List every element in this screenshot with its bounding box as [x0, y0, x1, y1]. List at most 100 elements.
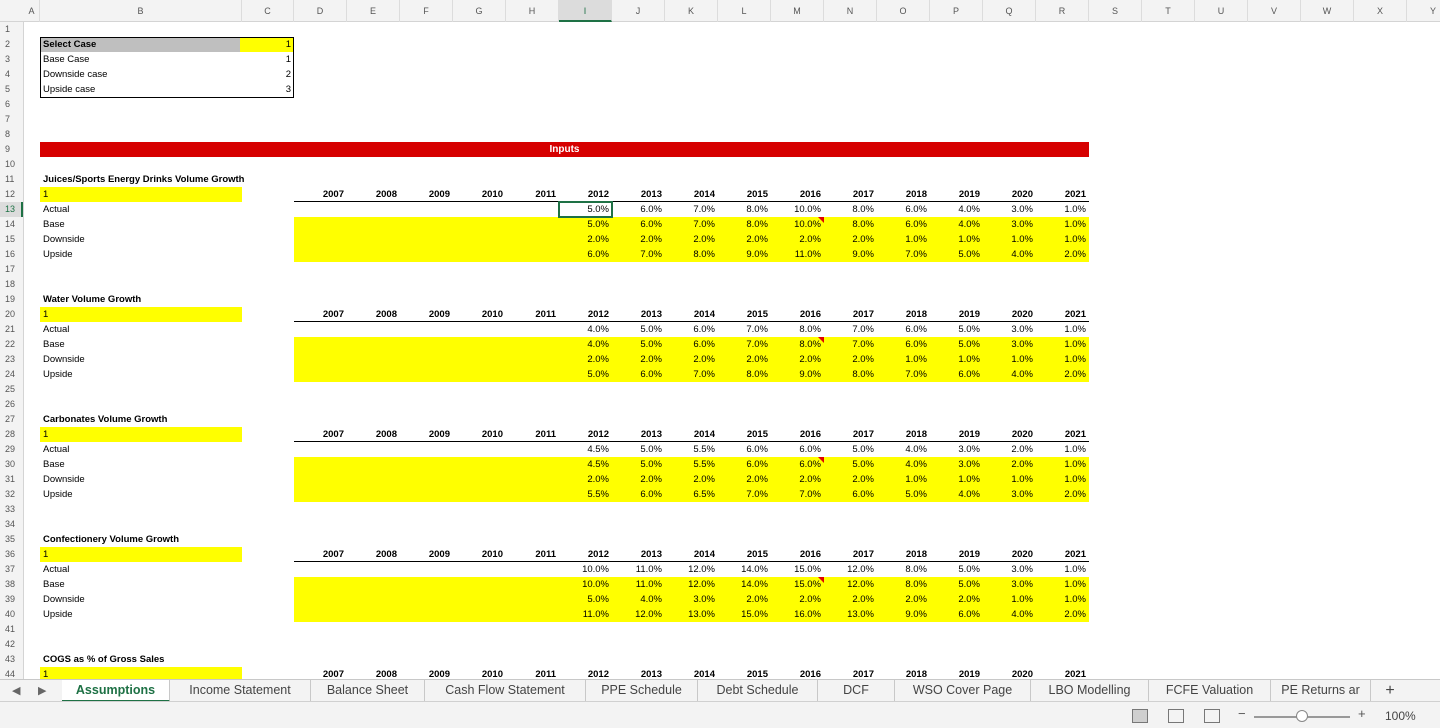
row-label-base[interactable]: Base: [40, 577, 242, 592]
year-header[interactable]: 2019: [930, 547, 983, 562]
section-case-input[interactable]: 1: [40, 307, 242, 322]
growth-value[interactable]: 6.0%: [877, 202, 930, 217]
growth-value[interactable]: 5.5%: [559, 487, 612, 502]
growth-value[interactable]: 6.0%: [877, 337, 930, 352]
growth-value[interactable]: 3.0%: [983, 202, 1036, 217]
year-header[interactable]: 2014: [665, 307, 718, 322]
growth-value[interactable]: 1.0%: [1036, 592, 1089, 607]
growth-value[interactable]: 5.0%: [930, 562, 983, 577]
column-header-s[interactable]: S: [1089, 0, 1142, 22]
growth-value[interactable]: 8.0%: [718, 367, 771, 382]
growth-value[interactable]: 4.0%: [983, 367, 1036, 382]
row-header-32[interactable]: 32: [0, 487, 23, 502]
row-label-actual[interactable]: Actual: [40, 562, 242, 577]
growth-value[interactable]: 6.0%: [665, 337, 718, 352]
row-header-20[interactable]: 20: [0, 307, 23, 322]
column-header-a[interactable]: A: [24, 0, 40, 22]
growth-value[interactable]: 12.0%: [665, 577, 718, 592]
growth-value[interactable]: 7.0%: [665, 202, 718, 217]
growth-value[interactable]: 6.0%: [771, 457, 824, 472]
row-label-actual[interactable]: Actual: [40, 322, 242, 337]
growth-value[interactable]: 4.0%: [877, 457, 930, 472]
row-header-41[interactable]: 41: [0, 622, 23, 637]
column-header-y[interactable]: Y: [1407, 0, 1440, 22]
row-label-downside[interactable]: Downside: [40, 352, 242, 367]
growth-value[interactable]: 15.0%: [771, 562, 824, 577]
year-header[interactable]: 2018: [877, 667, 930, 679]
row-label-upside[interactable]: Upside: [40, 487, 242, 502]
year-header[interactable]: 2016: [771, 427, 824, 442]
year-header[interactable]: 2007: [294, 307, 347, 322]
growth-value[interactable]: 1.0%: [1036, 442, 1089, 457]
year-header[interactable]: 2019: [930, 427, 983, 442]
row-header-33[interactable]: 33: [0, 502, 23, 517]
growth-value[interactable]: 5.0%: [824, 442, 877, 457]
row-label-base[interactable]: Base: [40, 337, 242, 352]
growth-value[interactable]: 9.0%: [771, 367, 824, 382]
sheet-tab-wso-cover-page[interactable]: WSO Cover Page: [895, 680, 1031, 702]
column-header-h[interactable]: H: [506, 0, 559, 22]
row-header-9[interactable]: 9: [0, 142, 23, 157]
sheet-tab-ppe-schedule[interactable]: PPE Schedule: [586, 680, 698, 702]
column-header-j[interactable]: J: [612, 0, 665, 22]
row-header-15[interactable]: 15: [0, 232, 23, 247]
growth-value[interactable]: 4.5%: [559, 457, 612, 472]
growth-value[interactable]: 7.0%: [824, 337, 877, 352]
year-header[interactable]: 2018: [877, 187, 930, 202]
year-header[interactable]: 2009: [400, 307, 453, 322]
year-header[interactable]: 2014: [665, 547, 718, 562]
growth-value[interactable]: 10.0%: [771, 202, 824, 217]
growth-value[interactable]: 9.0%: [718, 247, 771, 262]
year-header[interactable]: 2013: [612, 187, 665, 202]
year-header[interactable]: 2011: [506, 427, 559, 442]
sheet-tab-dcf[interactable]: DCF: [818, 680, 895, 702]
growth-value[interactable]: 9.0%: [824, 247, 877, 262]
growth-value[interactable]: 5.5%: [665, 442, 718, 457]
growth-value[interactable]: 4.0%: [612, 592, 665, 607]
growth-value[interactable]: 4.0%: [983, 607, 1036, 622]
year-header[interactable]: 2010: [453, 667, 506, 679]
growth-value[interactable]: 6.0%: [930, 607, 983, 622]
row-header-40[interactable]: 40: [0, 607, 23, 622]
normal-view-icon[interactable]: [1132, 709, 1148, 723]
growth-value[interactable]: 2.0%: [665, 232, 718, 247]
column-header-q[interactable]: Q: [983, 0, 1036, 22]
growth-value[interactable]: 11.0%: [612, 577, 665, 592]
growth-value[interactable]: 5.0%: [612, 442, 665, 457]
year-header[interactable]: 2009: [400, 667, 453, 679]
growth-value[interactable]: 6.0%: [930, 367, 983, 382]
row-header-3[interactable]: 3: [0, 52, 23, 67]
growth-value[interactable]: 2.0%: [718, 232, 771, 247]
sheet-tab-balance-sheet[interactable]: Balance Sheet: [311, 680, 425, 702]
growth-value[interactable]: 8.0%: [824, 217, 877, 232]
growth-value[interactable]: 1.0%: [983, 232, 1036, 247]
growth-value[interactable]: 1.0%: [930, 472, 983, 487]
growth-value[interactable]: 3.0%: [983, 322, 1036, 337]
row-header-16[interactable]: 16: [0, 247, 23, 262]
growth-value[interactable]: 5.0%: [612, 322, 665, 337]
year-header[interactable]: 2010: [453, 427, 506, 442]
year-header[interactable]: 2015: [718, 307, 771, 322]
column-header-p[interactable]: P: [930, 0, 983, 22]
growth-value[interactable]: 11.0%: [771, 247, 824, 262]
year-header[interactable]: 2016: [771, 667, 824, 679]
row-label-base[interactable]: Base: [40, 457, 242, 472]
section-title[interactable]: Carbonates Volume Growth: [40, 412, 242, 427]
growth-value[interactable]: 5.0%: [824, 457, 877, 472]
column-header-r[interactable]: R: [1036, 0, 1089, 22]
row-header-44[interactable]: 44: [0, 667, 23, 679]
row-header-4[interactable]: 4: [0, 67, 23, 82]
year-header[interactable]: 2020: [983, 307, 1036, 322]
growth-value[interactable]: 1.0%: [1036, 562, 1089, 577]
year-header[interactable]: 2013: [612, 427, 665, 442]
year-header[interactable]: 2020: [983, 427, 1036, 442]
growth-value[interactable]: 2.0%: [771, 472, 824, 487]
year-header[interactable]: 2020: [983, 187, 1036, 202]
growth-value[interactable]: 5.0%: [930, 322, 983, 337]
growth-value[interactable]: 14.0%: [718, 577, 771, 592]
growth-value[interactable]: 2.0%: [665, 352, 718, 367]
column-header-f[interactable]: F: [400, 0, 453, 22]
year-header[interactable]: 2007: [294, 187, 347, 202]
zoom-in-button[interactable]: +: [1358, 706, 1366, 721]
year-header[interactable]: 2008: [347, 187, 400, 202]
